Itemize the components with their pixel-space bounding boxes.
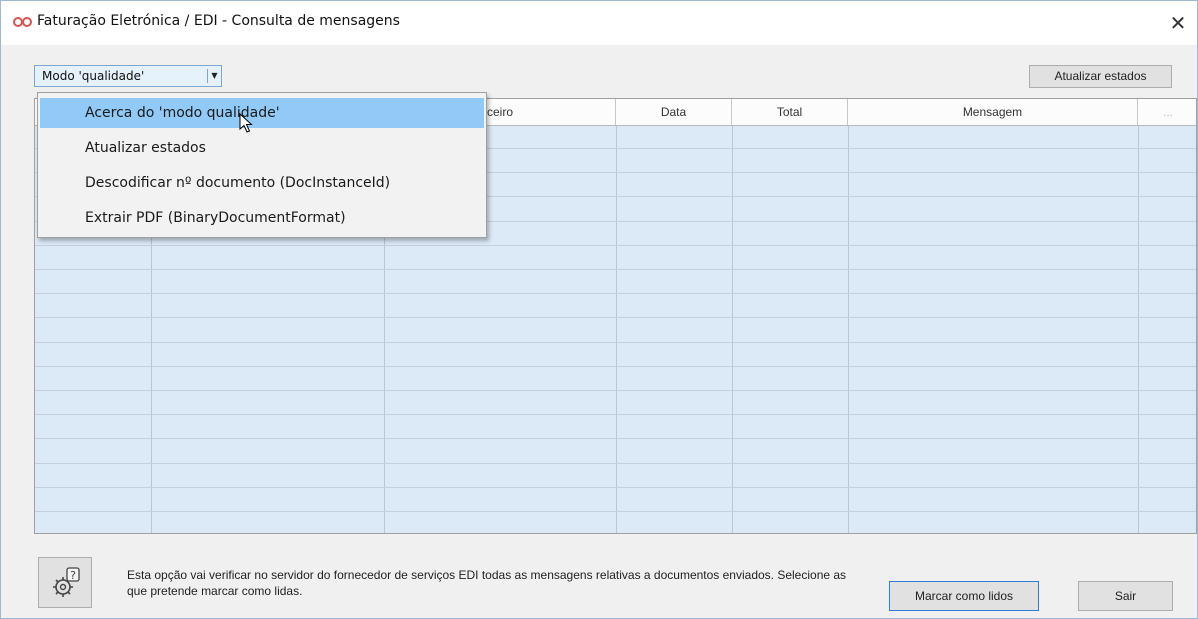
grid-row-divider — [35, 269, 1196, 270]
gear-help-icon: ? — [53, 567, 80, 597]
exit-button[interactable]: Sair — [1078, 581, 1173, 611]
grid-row-divider — [35, 366, 1196, 367]
mark-as-read-button[interactable]: Marcar como lidos — [889, 581, 1039, 611]
help-button[interactable]: ? — [38, 557, 92, 608]
grid-row-divider — [35, 245, 1196, 246]
menu-item-about-quality-mode[interactable]: Acerca do 'modo qualidade' — [40, 98, 484, 128]
title-bar: Faturação Eletrónica / EDI - Consulta de… — [1, 1, 1197, 45]
grid-row-divider — [35, 438, 1196, 439]
column-header-message[interactable]: Mensagem — [848, 99, 1138, 125]
grid-row-divider — [35, 414, 1196, 415]
close-button[interactable]: ✕ — [1164, 9, 1192, 37]
column-header-more[interactable]: ... — [1138, 99, 1196, 125]
grid-row-divider — [35, 390, 1196, 391]
column-header-date[interactable]: Data — [616, 99, 732, 125]
grid-column-divider — [732, 126, 733, 533]
grid-column-divider — [1138, 126, 1139, 533]
menu-item-decode-document-number[interactable]: Descodificar nº documento (DocInstanceId… — [40, 168, 484, 198]
svg-text:?: ? — [70, 569, 76, 582]
mode-dropdown-menu: Acerca do 'modo qualidade' Atualizar est… — [37, 92, 487, 238]
grid-column-divider — [848, 126, 849, 533]
mouse-pointer-icon — [239, 113, 253, 133]
grid-row-divider — [35, 487, 1196, 488]
window-title: Faturação Eletrónica / EDI - Consulta de… — [37, 13, 400, 29]
mode-button-label[interactable]: Modo 'qualidade' — [35, 66, 214, 86]
dialog-window: Faturação Eletrónica / EDI - Consulta de… — [0, 0, 1198, 619]
chevron-down-icon[interactable]: ▼ — [208, 66, 221, 86]
grid-column-divider — [616, 126, 617, 533]
grid-row-divider — [35, 293, 1196, 294]
column-header-total[interactable]: Total — [732, 99, 848, 125]
grid-row-divider — [35, 317, 1196, 318]
infinity-icon — [13, 17, 32, 27]
grid-row-divider — [35, 342, 1196, 343]
menu-item-extract-pdf[interactable]: Extrair PDF (BinaryDocumentFormat) — [40, 203, 484, 233]
menu-item-refresh-status[interactable]: Atualizar estados — [40, 133, 484, 163]
mode-split-button[interactable]: Modo 'qualidade' ▼ — [34, 65, 222, 87]
grid-row-divider — [35, 511, 1196, 512]
refresh-status-button[interactable]: Atualizar estados — [1029, 65, 1172, 88]
grid-row-divider — [35, 463, 1196, 464]
info-text: Esta opção vai verificar no servidor do … — [127, 568, 847, 598]
